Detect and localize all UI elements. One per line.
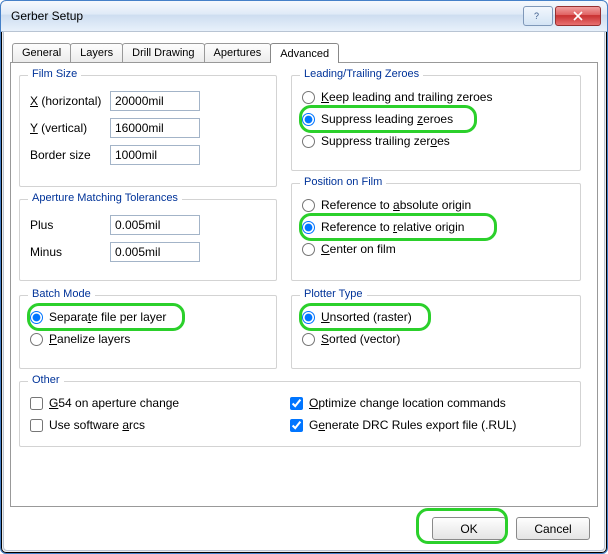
window-buttons: ? [523, 6, 601, 26]
check-optimize[interactable]: Optimize change location commands [290, 392, 516, 414]
group-zeroes: Leading/Trailing Zeroes Keep leading and… [291, 75, 581, 171]
help-icon: ? [533, 11, 543, 21]
ok-button[interactable]: OK [432, 517, 506, 540]
close-button[interactable] [555, 6, 601, 26]
legend-zeroes: Leading/Trailing Zeroes [300, 68, 423, 80]
help-button[interactable]: ? [523, 6, 553, 26]
tab-general[interactable]: General [12, 43, 71, 62]
legend-other: Other [28, 374, 64, 386]
tab-drill-drawing[interactable]: Drill Drawing [122, 43, 204, 62]
input-plus[interactable] [110, 215, 200, 235]
radio-relative-origin[interactable]: Reference to relative origin [302, 216, 570, 238]
input-y[interactable] [110, 118, 200, 138]
dialog-window: Gerber Setup ? General Layers Drill Draw… [0, 0, 608, 554]
group-aperture-tolerances: Aperture Matching Tolerances Plus Minus [19, 199, 277, 281]
window-title: Gerber Setup [11, 9, 523, 23]
label-y: Y (vertical) [30, 121, 110, 135]
radio-unsorted[interactable]: Unsorted (raster) [302, 306, 570, 328]
check-generate-drc[interactable]: Generate DRC Rules export file (.RUL) [290, 414, 516, 436]
button-bar: OK Cancel [10, 507, 598, 544]
legend-position: Position on Film [300, 176, 386, 188]
radio-keep-zeroes[interactable]: Keep leading and trailing zeroes [302, 86, 570, 108]
input-border[interactable] [110, 145, 200, 165]
radio-absolute-origin[interactable]: Reference to absolute origin [302, 194, 570, 216]
cancel-button[interactable]: Cancel [516, 517, 590, 540]
label-border: Border size [30, 148, 110, 162]
group-film-size: Film Size X (horizontal) Y (vertical) Bo… [19, 75, 277, 187]
label-x: X (horizontal) [30, 94, 110, 108]
label-minus: Minus [30, 245, 110, 259]
titlebar: Gerber Setup ? [1, 1, 607, 32]
tab-layers[interactable]: Layers [70, 43, 123, 62]
tabpage-advanced: Film Size X (horizontal) Y (vertical) Bo… [10, 62, 598, 507]
tab-apertures[interactable]: Apertures [204, 43, 272, 62]
group-plotter-type: Plotter Type Unsorted (raster) Sorted (v… [291, 295, 581, 369]
legend-aperture-tol: Aperture Matching Tolerances [28, 192, 182, 204]
radio-suppress-leading[interactable]: Suppress leading zeroes [302, 108, 570, 130]
legend-film-size: Film Size [28, 68, 81, 80]
svg-text:?: ? [534, 11, 539, 21]
group-batch-mode: Batch Mode Separate file per layer Panel… [19, 295, 277, 369]
check-software-arcs[interactable]: Use software arcs [30, 414, 290, 436]
radio-center-film[interactable]: Center on film [302, 238, 570, 260]
client-area: General Layers Drill Drawing Apertures A… [3, 31, 605, 551]
group-position: Position on Film Reference to absolute o… [291, 183, 581, 281]
input-minus[interactable] [110, 242, 200, 262]
radio-separate-file[interactable]: Separate file per layer [30, 306, 266, 328]
legend-batch: Batch Mode [28, 288, 95, 300]
radio-suppress-trailing[interactable]: Suppress trailing zeroes [302, 130, 570, 152]
radio-sorted[interactable]: Sorted (vector) [302, 328, 570, 350]
input-x[interactable] [110, 91, 200, 111]
group-other: Other G54 on aperture change Use softwar… [19, 381, 581, 447]
tabstrip: General Layers Drill Drawing Apertures A… [12, 40, 598, 62]
radio-panelize[interactable]: Panelize layers [30, 328, 266, 350]
label-plus: Plus [30, 218, 110, 232]
legend-plotter: Plotter Type [300, 288, 367, 300]
close-icon [573, 11, 583, 21]
tab-advanced[interactable]: Advanced [270, 43, 339, 63]
check-g54[interactable]: G54 on aperture change [30, 392, 290, 414]
